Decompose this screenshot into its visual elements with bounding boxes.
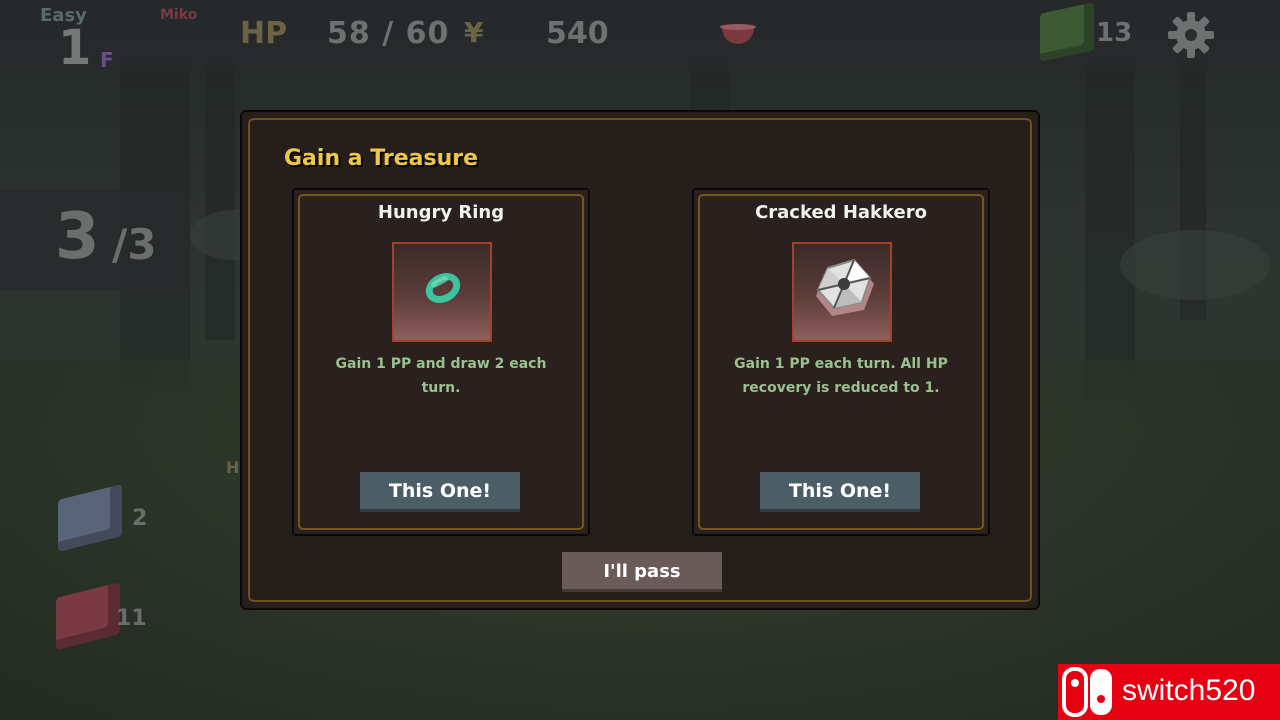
treasure-description: Gain 1 PP each turn. All HP recovery is … [734,356,948,396]
ring-icon [420,267,466,309]
deck-icon[interactable] [1040,2,1094,62]
pass-button[interactable]: I'll pass [562,552,722,592]
treasure-name: Hungry Ring [377,202,505,223]
select-treasure-button[interactable]: This One! [760,472,920,512]
dialog-title: Gain a Treasure [284,146,479,171]
turn-current: 3 [55,200,100,274]
turn-max: /3 [112,220,157,269]
money-value: 540 [546,16,609,51]
floor-unit: F [100,48,114,72]
hp-label: HP [240,16,288,51]
offering-bowl-icon[interactable] [720,24,756,44]
yen-icon: ¥ [464,16,484,49]
character-name: Miko [160,7,198,23]
switch-logo-icon [1062,667,1112,717]
treasure-name: Cracked Hakkero [755,202,927,223]
hakkero-icon [816,258,874,316]
discard-pile-count: 11 [116,606,147,631]
hidden-label-fragment: H [226,458,240,477]
treasure-option-card: Cracked Hakkero Gain 1 PP each turn. All… [692,188,990,536]
treasure-description: Gain 1 PP and draw 2 each turn. [335,356,547,396]
watermark: switch520 [1058,664,1280,720]
deck-count: 13 [1096,18,1133,48]
select-treasure-button[interactable]: This One! [360,472,520,512]
treasure-art [792,242,892,342]
draw-pile-count: 2 [132,506,148,531]
treasure-art [392,242,492,342]
treasure-option-card: Hungry Ring Gain 1 PP and draw 2 each tu… [292,188,590,536]
watermark-text: switch520 [1122,674,1256,707]
gear-icon[interactable] [1166,10,1216,60]
hp-value: 58 / 60 [327,16,450,51]
floor-number: 1 [58,20,92,76]
top-hud: Easy Miko 1 F HP 58 / 60 ¥ 540 13 [0,0,1280,76]
treasure-dialog: Gain a Treasure Hungry Ring Gain 1 PP an… [240,110,1040,610]
